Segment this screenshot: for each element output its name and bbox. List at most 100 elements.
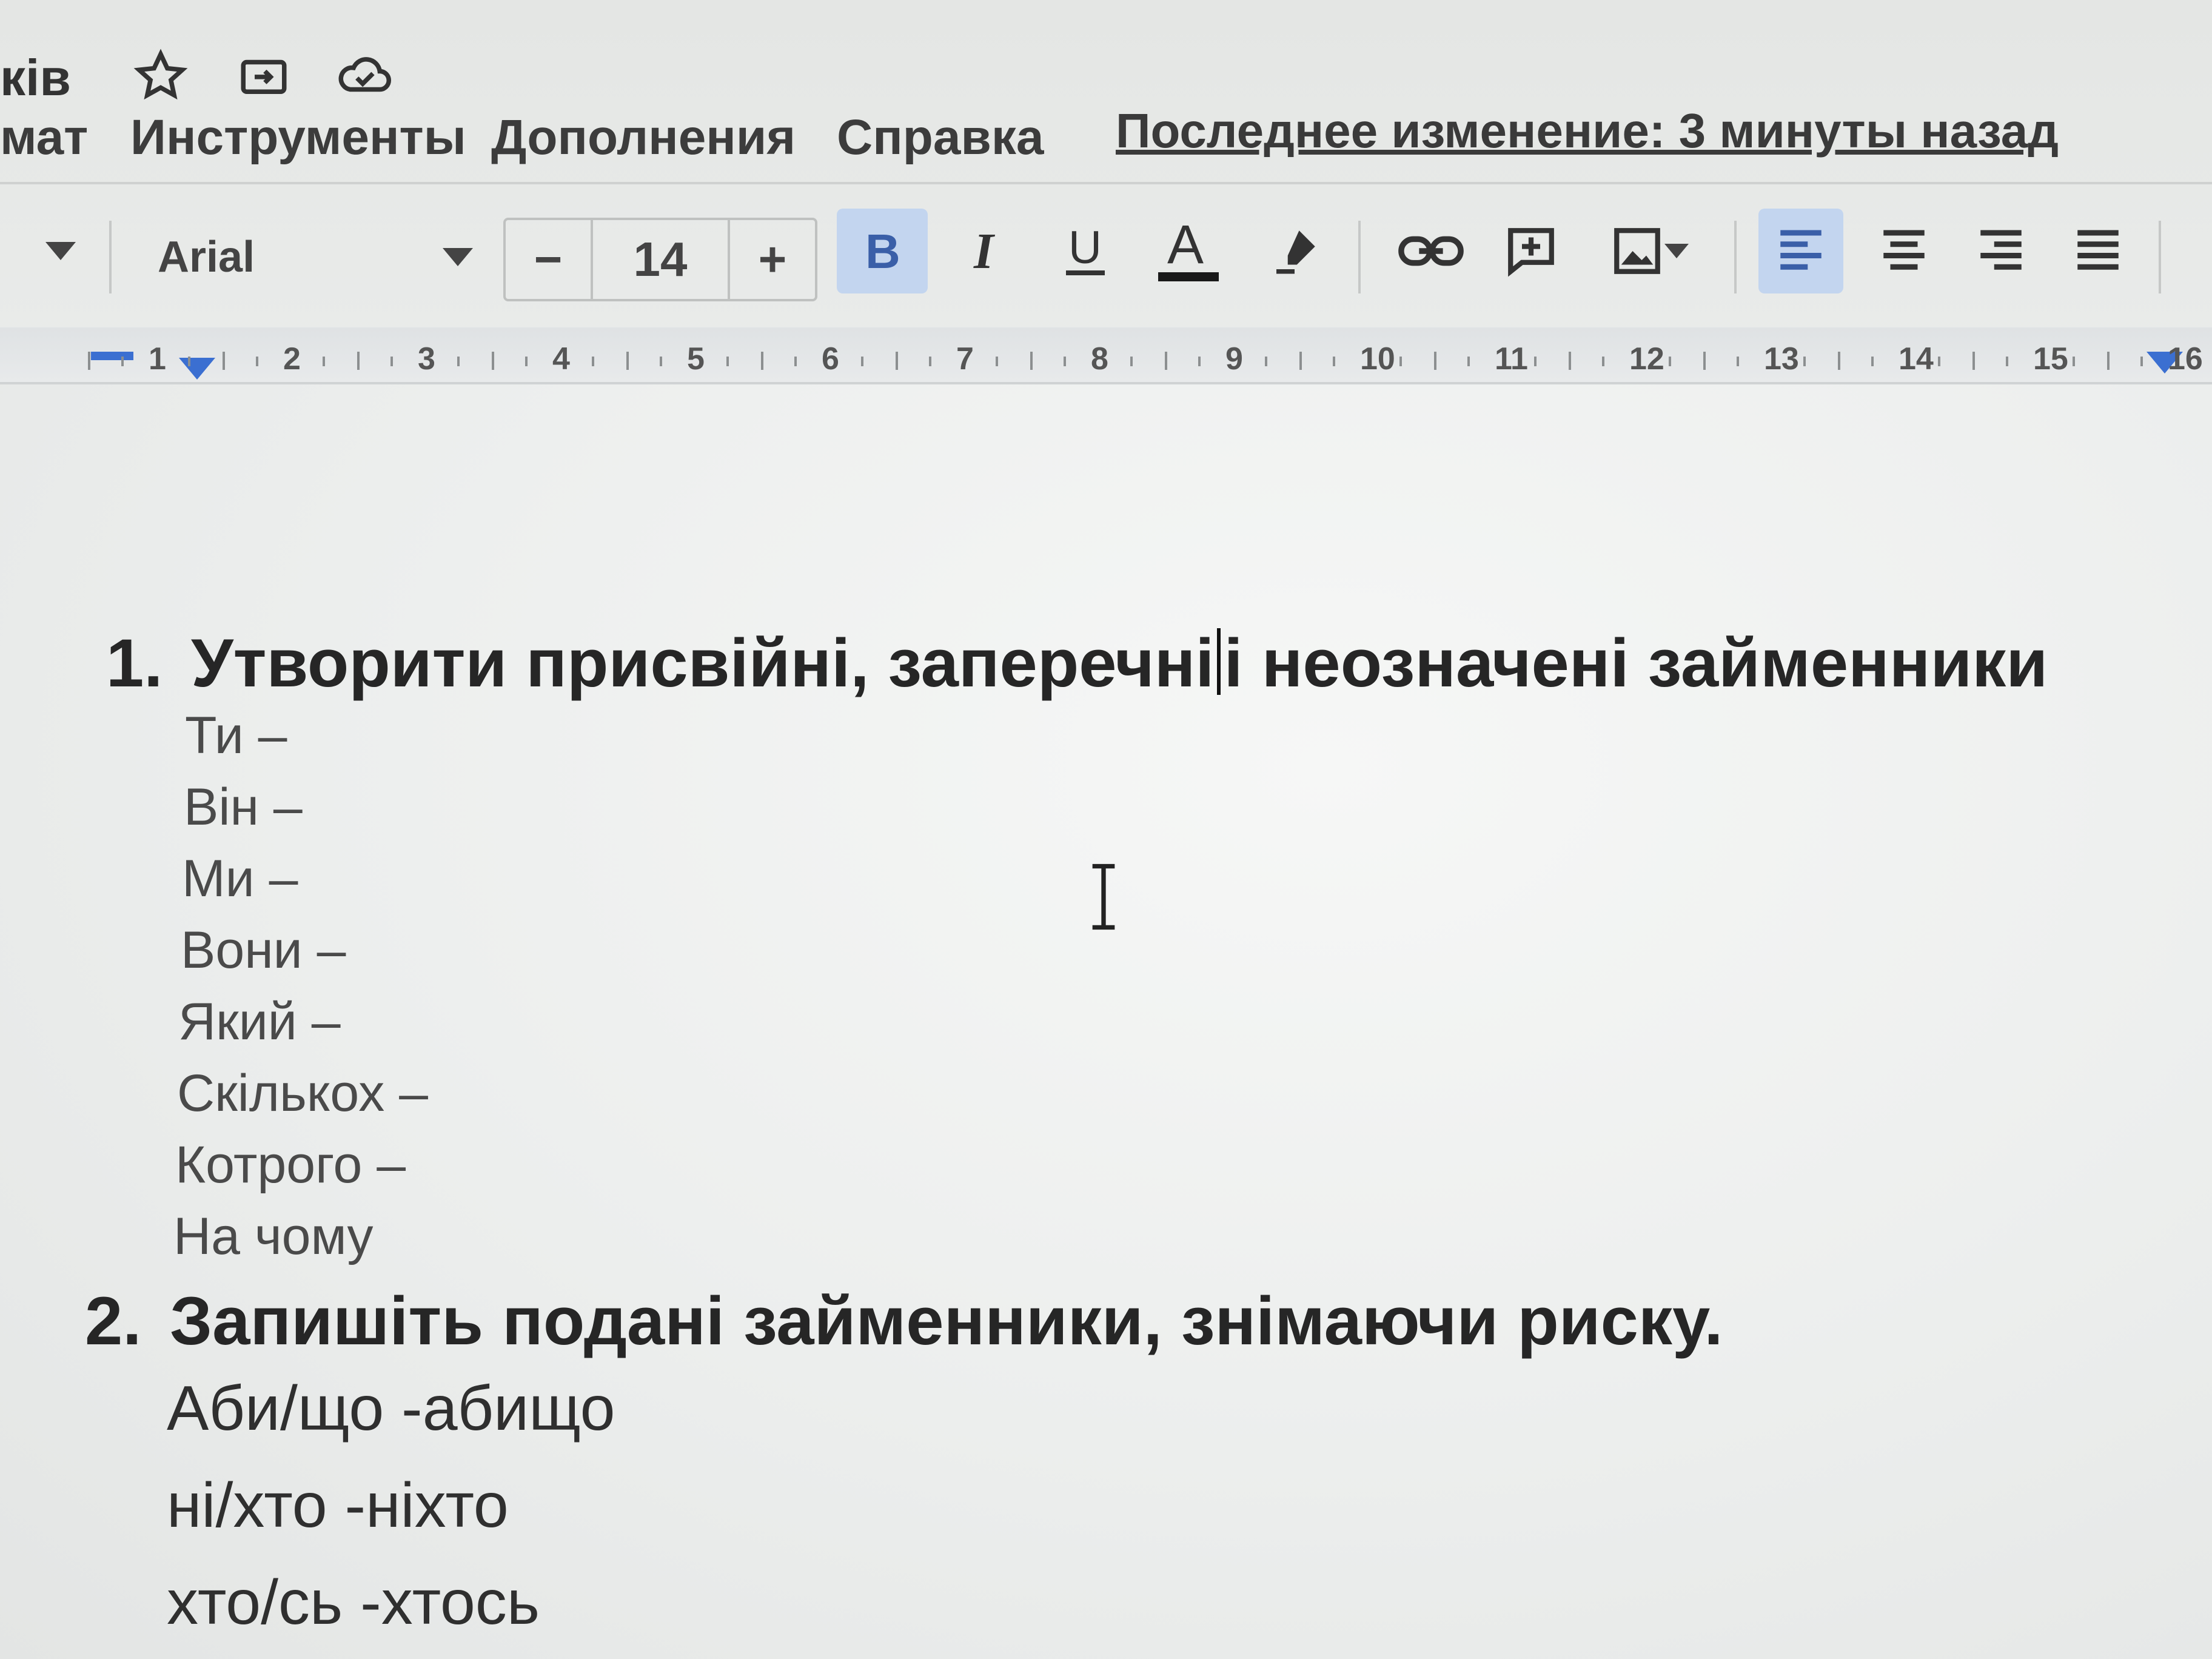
list-item: ні/хто -ніхто — [167, 1470, 509, 1541]
document-title[interactable]: ків — [0, 49, 71, 107]
ruler-tick — [996, 357, 998, 366]
increase-font-size-button[interactable]: + — [730, 220, 815, 299]
ruler-tick — [761, 352, 763, 370]
last-edit-link[interactable]: Последнее изменение: 3 минуты назад — [1116, 103, 2059, 159]
align-justify-icon — [2077, 230, 2119, 270]
ruler-tick — [1803, 357, 1806, 366]
bold-icon: B — [865, 224, 900, 278]
ruler-tick — [592, 357, 594, 366]
align-left-icon — [1780, 230, 1822, 270]
font-size-control: − 14 + — [503, 218, 817, 301]
list-item: На чому — [173, 1207, 374, 1265]
font-family-value: Arial — [158, 233, 255, 281]
ruler-tick — [1703, 352, 1706, 370]
section-2-heading: 2. Запишіть подані займенники, знімаючи р… — [85, 1282, 1723, 1360]
insert-image-button[interactable] — [1589, 209, 1710, 293]
ruler-tick — [1434, 352, 1436, 370]
list-item: Який – — [178, 993, 341, 1051]
horizontal-ruler[interactable]: 1 2 3 4 5 6 7 8 9 10 11 12 13 14 15 16 — [0, 327, 2212, 384]
star-icon[interactable] — [127, 42, 194, 109]
underline-button[interactable]: U — [1049, 209, 1122, 293]
ruler-tick — [660, 357, 662, 366]
image-dropdown-arrow-icon — [1664, 244, 1689, 258]
ruler-tick — [726, 357, 729, 366]
ruler-tick — [1569, 352, 1571, 370]
ruler-tick — [1972, 352, 1975, 370]
ruler-tick — [1130, 357, 1133, 366]
font-size-input[interactable]: 14 — [591, 220, 730, 299]
list-item: Вони – — [181, 921, 346, 979]
insert-link-button[interactable] — [1389, 209, 1473, 293]
section-2-number: 2. — [85, 1283, 142, 1359]
ruler-number: 2 — [283, 341, 301, 377]
toolbar-divider — [109, 221, 112, 293]
list-item: Котрого – — [175, 1136, 406, 1194]
list-item: Ми – — [182, 850, 298, 908]
underline-icon: U — [1066, 222, 1105, 275]
decrease-font-size-button[interactable]: − — [506, 220, 591, 299]
align-center-button[interactable] — [1862, 209, 1946, 293]
ruler-tick — [223, 352, 225, 370]
ruler-number: 3 — [418, 341, 435, 377]
menu-addons[interactable]: Дополнения — [491, 109, 796, 166]
ruler-tick — [2140, 357, 2143, 366]
ruler-tick — [390, 357, 393, 366]
align-left-button[interactable] — [1758, 209, 1843, 293]
section-2-title: Запишіть подані займенники, знімаючи рис… — [170, 1283, 1723, 1359]
font-dropdown-arrow-icon — [443, 248, 473, 266]
menu-tools[interactable]: Инструменты — [130, 109, 466, 166]
svg-text:B: B — [865, 224, 900, 278]
justify-button[interactable] — [2056, 209, 2140, 293]
menu-help[interactable]: Справка — [837, 109, 1044, 166]
align-right-button[interactable] — [1959, 209, 2043, 293]
ruler-number: 15 — [2033, 341, 2068, 377]
toolbar-divider — [2159, 221, 2161, 293]
highlight-color-button[interactable] — [1255, 209, 1334, 293]
italic-button[interactable]: I — [952, 209, 1025, 293]
toolbar-divider — [1734, 221, 1737, 293]
ruler-tick — [1871, 357, 1874, 366]
add-comment-button[interactable] — [1492, 209, 1570, 293]
toolbar: Arial − 14 + B I U A — [0, 182, 2212, 330]
list-item: Ти – — [185, 706, 287, 765]
first-line-indent-marker[interactable] — [91, 352, 133, 360]
ruler-tick — [861, 357, 863, 366]
svg-text:A: A — [1167, 215, 1204, 275]
document-page[interactable]: 1. Утворити присвійні, заперечні і неознач… — [0, 384, 2212, 1659]
ruler-tick — [1838, 352, 1840, 370]
section-1-title-part-1: Утворити присвійні, заперечні — [191, 625, 1215, 701]
ruler-tick — [1534, 357, 1537, 366]
ruler-tick — [1198, 357, 1201, 366]
bold-button[interactable]: B — [837, 209, 928, 293]
ruler-tick — [2073, 357, 2075, 366]
ruler-tick — [88, 352, 90, 370]
ruler-number: 13 — [1764, 341, 1799, 377]
left-indent-marker-icon[interactable] — [179, 358, 215, 380]
ruler-number: 6 — [822, 341, 839, 377]
ruler-tick — [492, 352, 494, 370]
image-icon — [1614, 228, 1660, 274]
ruler-number: 12 — [1629, 341, 1664, 377]
ruler-tick — [1030, 352, 1033, 370]
move-to-folder-icon[interactable] — [230, 42, 297, 109]
ruler-number: 1 — [149, 341, 166, 377]
text-cursor — [1216, 628, 1221, 695]
font-family-select[interactable]: Arial — [158, 221, 473, 293]
ruler-tick — [457, 357, 460, 366]
ruler-number: 7 — [956, 341, 974, 377]
style-dropdown-arrow-icon[interactable] — [36, 209, 85, 293]
menu-format[interactable]: мат — [0, 109, 88, 166]
text-color-button[interactable]: A — [1146, 209, 1231, 293]
ruler-tick — [1669, 357, 1671, 366]
ruler-tick — [1602, 357, 1604, 366]
section-1-heading: 1. Утворити присвійні, заперечні і неознач… — [106, 624, 2048, 702]
italic-icon: I — [973, 224, 996, 278]
ruler-tick — [1265, 357, 1267, 366]
list-item: хто/сь -хтось — [167, 1567, 540, 1638]
ruler-number: 10 — [1360, 341, 1395, 377]
text-color-icon: A — [1158, 215, 1219, 281]
ruler-tick — [896, 352, 898, 370]
section-1-number: 1. — [106, 625, 163, 701]
cloud-saved-icon[interactable] — [330, 42, 397, 109]
svg-text:U: U — [1068, 222, 1102, 273]
